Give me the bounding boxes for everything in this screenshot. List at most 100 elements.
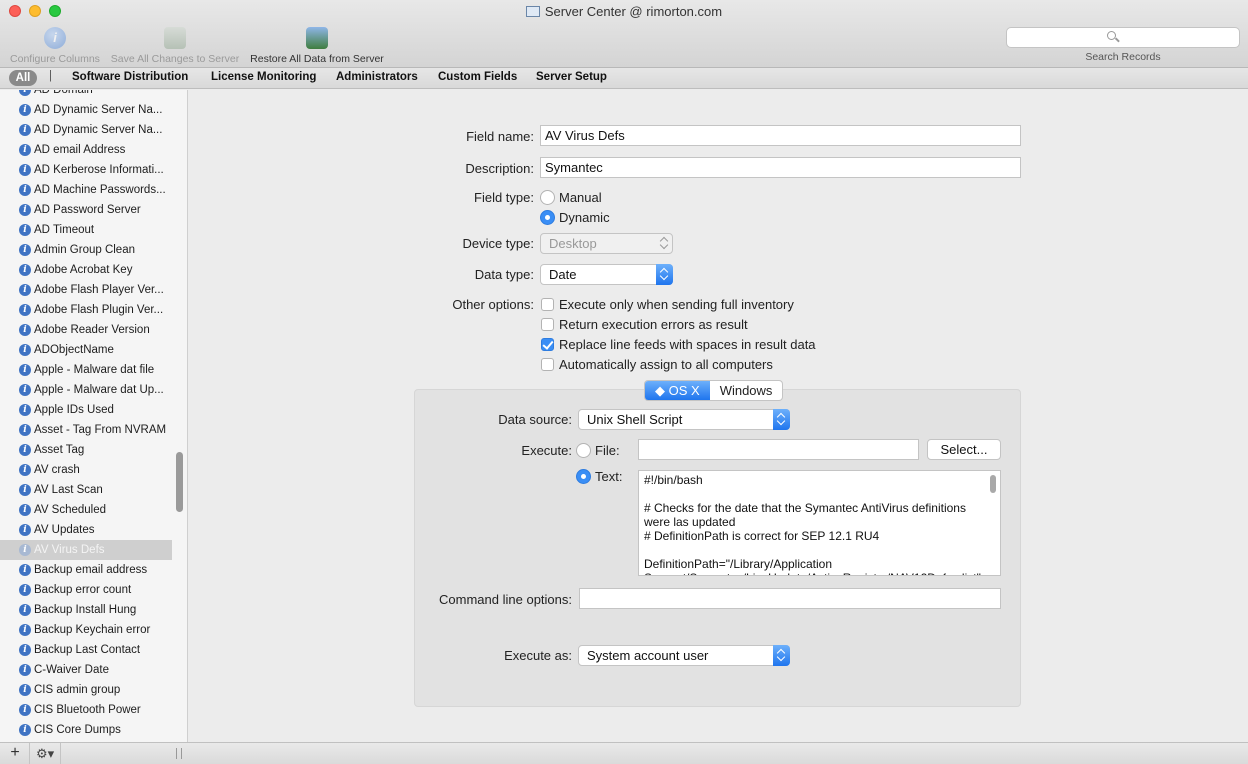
sidebar-item[interactable]: i AD Machine Passwords... [0, 180, 172, 200]
option-auto-assign-checkbox[interactable] [541, 358, 554, 371]
restore-from-server-icon [306, 27, 328, 49]
sidebar-item-label: Adobe Flash Player Ver... [34, 284, 164, 296]
sidebar-item[interactable]: i AD Domain [0, 90, 172, 100]
resize-handle[interactable] [176, 748, 182, 759]
window-titlebar: Server Center @ rimorton.com i Configure… [0, 0, 1248, 68]
execute-file-input[interactable] [638, 439, 919, 460]
sidebar-item[interactable]: i Apple - Malware dat file [0, 360, 172, 380]
sidebar-item[interactable]: i CIS Core Dumps [0, 720, 172, 740]
info-icon: i [19, 284, 31, 296]
restore-all-data-button[interactable]: Restore All Data from Server [248, 27, 386, 65]
option-auto-assign-label: Automatically assign to all computers [559, 357, 773, 372]
info-icon: i [19, 584, 31, 596]
sidebar-item[interactable]: i AV crash [0, 460, 172, 480]
sidebar-item[interactable]: i AD Dynamic Server Na... [0, 100, 172, 120]
sidebar-item[interactable]: i AV Virus Defs [0, 540, 172, 560]
divider [29, 743, 30, 764]
sidebar-item[interactable]: i Asset - Tag From NVRAM [0, 420, 172, 440]
tab-separator: | [49, 70, 52, 82]
device-type-label: Device type: [462, 236, 534, 251]
option-full-inventory-checkbox[interactable] [541, 298, 554, 311]
sidebar-item[interactable]: i AD Kerberose Informati... [0, 160, 172, 180]
search-records-label: Search Records [1085, 51, 1161, 63]
sidebar-item[interactable]: i Backup Last Contact [0, 640, 172, 660]
window-title: Server Center @ rimorton.com [0, 4, 1248, 19]
sidebar-item[interactable]: i Backup error count [0, 580, 172, 600]
tab-administrators[interactable]: Administrators [336, 71, 418, 83]
tab-server-setup[interactable]: Server Setup [536, 71, 607, 83]
field-type-dynamic-label: Dynamic [559, 210, 610, 225]
info-icon: i [19, 444, 31, 456]
sidebar-item[interactable]: i AV Scheduled [0, 500, 172, 520]
data-type-popup[interactable]: Date [540, 264, 673, 285]
execute-text-radio[interactable] [576, 469, 591, 484]
info-icon: i [19, 564, 31, 576]
data-type-label: Data type: [474, 267, 534, 282]
info-icon: i [19, 90, 31, 96]
sidebar-item[interactable]: i Adobe Flash Player Ver... [0, 280, 172, 300]
gear-menu-button[interactable]: ⚙▾ [36, 744, 54, 764]
sidebar-scrollbar[interactable] [176, 452, 183, 512]
sidebar-item-label: AD Kerberose Informati... [34, 164, 164, 176]
field-type-dynamic-radio[interactable] [540, 210, 555, 225]
sidebar-item[interactable]: i AD Dynamic Server Na... [0, 120, 172, 140]
tab-windows[interactable]: Windows [710, 381, 783, 400]
bottom-bar: + ⚙▾ [0, 742, 1248, 764]
sidebar-item[interactable]: i Backup email address [0, 560, 172, 580]
tab-osx[interactable]: ◆ OS X [645, 381, 710, 400]
info-icon: i [19, 684, 31, 696]
info-icon: i [19, 424, 31, 436]
sidebar-item[interactable]: i Apple IDs Used [0, 400, 172, 420]
tab-all[interactable]: All [9, 70, 37, 86]
sidebar-item[interactable]: i Adobe Acrobat Key [0, 260, 172, 280]
sidebar-item[interactable]: i AV Updates [0, 520, 172, 540]
sidebar-item[interactable]: i Adobe Flash Plugin Ver... [0, 300, 172, 320]
tab-license-monitoring[interactable]: License Monitoring [211, 71, 316, 83]
sidebar-item[interactable]: i AD email Address [0, 140, 172, 160]
script-text-editor[interactable]: #!/bin/bash # Checks for the date that t… [638, 470, 1001, 576]
command-line-input[interactable] [579, 588, 1001, 609]
info-icon: i [19, 404, 31, 416]
execute-as-popup[interactable]: System account user [578, 645, 790, 666]
field-type-manual-radio[interactable] [540, 190, 555, 205]
description-input[interactable]: Symantec [540, 157, 1021, 178]
sidebar-item[interactable]: i AD Password Server [0, 200, 172, 220]
option-return-errors-checkbox[interactable] [541, 318, 554, 331]
field-name-input[interactable]: AV Virus Defs [540, 125, 1021, 146]
info-icon: i [19, 384, 31, 396]
info-icon: i [19, 204, 31, 216]
save-to-server-icon [164, 27, 186, 49]
sidebar-item[interactable]: i Asset Tag [0, 440, 172, 460]
data-source-popup[interactable]: Unix Shell Script [578, 409, 790, 430]
sidebar-item[interactable]: i Adobe Reader Version [0, 320, 172, 340]
sidebar-item[interactable]: i CIS admin group [0, 680, 172, 700]
command-line-label: Command line options: [439, 592, 572, 607]
tab-software-distribution[interactable]: Software Distribution [72, 71, 188, 83]
script-scrollbar[interactable] [990, 475, 996, 493]
option-return-errors-label: Return execution errors as result [559, 317, 748, 332]
sidebar-item[interactable]: i CIS Bluetooth Power [0, 700, 172, 720]
sidebar-item[interactable]: i Admin Group Clean [0, 240, 172, 260]
save-all-changes-button[interactable]: Save All Changes to Server [108, 27, 242, 65]
sidebar-item[interactable]: i AD Timeout [0, 220, 172, 240]
tab-custom-fields[interactable]: Custom Fields [438, 71, 517, 83]
sidebar-item[interactable]: i Backup Install Hung [0, 600, 172, 620]
sidebar-item-label: AD Domain [34, 90, 93, 96]
search-records-input[interactable] [1006, 27, 1240, 48]
execute-file-radio[interactable] [576, 443, 591, 458]
sidebar-item-label: Asset - Tag From NVRAM [34, 424, 167, 436]
option-replace-linefeeds-checkbox[interactable] [541, 338, 554, 351]
select-file-button[interactable]: Select... [927, 439, 1001, 460]
field-type-label: Field type: [474, 190, 534, 205]
custom-fields-list: i AD Domain i AD Dynamic Server Na... i AD Dy… [0, 90, 172, 740]
sidebar-item-label: AD Dynamic Server Na... [34, 124, 163, 136]
info-icon: i [19, 144, 31, 156]
info-icon: i [19, 304, 31, 316]
sidebar-item[interactable]: i C-Waiver Date [0, 660, 172, 680]
sidebar-item[interactable]: i AV Last Scan [0, 480, 172, 500]
configure-columns-button[interactable]: i Configure Columns [8, 27, 102, 65]
sidebar-item[interactable]: i Backup Keychain error [0, 620, 172, 640]
sidebar-item[interactable]: i Apple - Malware dat Up... [0, 380, 172, 400]
sidebar-item[interactable]: i ADObjectName [0, 340, 172, 360]
add-field-button[interactable]: + [6, 743, 24, 763]
